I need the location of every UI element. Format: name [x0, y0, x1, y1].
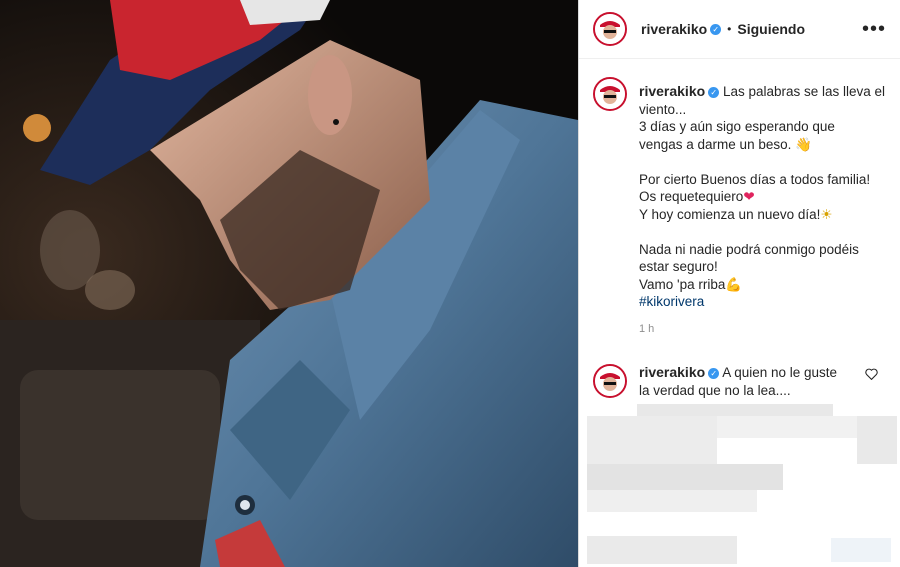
caption-line: viento... — [639, 101, 687, 117]
separator-dot: • — [727, 22, 732, 36]
post-photo[interactable] — [0, 0, 578, 567]
caption-line: Os requetequiero — [639, 189, 744, 204]
caption-line: Las palabras se las lleva el — [722, 84, 886, 99]
caption-line: 3 días y aún sigo esperando que — [639, 119, 835, 134]
avatar[interactable] — [593, 12, 627, 46]
comment-author-username[interactable]: riverakiko — [639, 364, 705, 380]
avatar[interactable] — [593, 77, 627, 111]
caption-line: Nada ni nadie podrá conmigo podéis — [639, 241, 859, 257]
verified-icon: ✓ — [708, 367, 720, 379]
comment-line: A quien no le guste — [722, 365, 838, 380]
caption-line: estar seguro! — [639, 259, 718, 274]
verified-icon: ✓ — [710, 23, 722, 35]
avatar-image — [595, 366, 625, 396]
flexed-arm-icon: 💪 — [725, 276, 743, 292]
more-options-icon[interactable]: ••• — [862, 18, 886, 41]
post-side-panel: riverakiko ✓ • Siguiendo ••• riverakiko ✓… — [578, 0, 900, 567]
red-heart-icon: ❤ — [743, 189, 755, 204]
caption-text: riverakiko ✓ Las palabras se las lleva el… — [639, 83, 885, 339]
caption-line: vengas a darme un beso. — [639, 136, 792, 152]
like-heart-icon[interactable] — [865, 368, 878, 380]
post-author-username[interactable]: riverakiko — [641, 21, 707, 37]
follow-status-button[interactable]: Siguiendo — [737, 21, 805, 37]
caption-line: Por cierto Buenos días a todos familia! — [639, 171, 871, 187]
post-header: riverakiko ✓ • Siguiendo ••• — [579, 0, 900, 59]
hand-emoji-icon: 👋 — [795, 136, 812, 152]
caption-line: Y hoy comienza un nuevo día! — [639, 206, 821, 222]
avatar-image — [595, 14, 625, 44]
caption-line: Vamo 'pa rriba — [639, 276, 726, 292]
sun-icon: ☀ — [820, 206, 833, 222]
post-viewer: riverakiko ✓ • Siguiendo ••• riverakiko ✓… — [0, 0, 900, 567]
comment-line: la verdad que no la lea.... — [639, 382, 791, 398]
caption-author-username[interactable]: riverakiko — [639, 83, 705, 99]
comment-text: riverakiko ✓ A quien no le guste la verda… — [639, 364, 881, 399]
photo-illustration — [0, 0, 578, 567]
post-caption: riverakiko ✓ Las palabras se las lleva el… — [579, 59, 900, 338]
post-timestamp[interactable]: 1 h — [639, 321, 881, 339]
hashtag-link[interactable]: #kikorivera — [639, 293, 881, 311]
comment-item: riverakiko ✓ A quien no le guste la verda… — [579, 350, 900, 399]
verified-icon: ✓ — [708, 86, 720, 98]
avatar[interactable] — [593, 364, 627, 398]
avatar-image — [595, 79, 625, 109]
